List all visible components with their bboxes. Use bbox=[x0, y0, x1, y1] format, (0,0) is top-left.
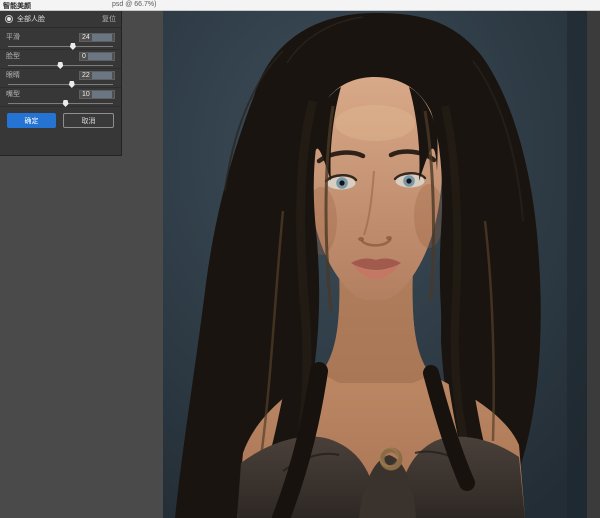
slider-value-field[interactable]: 22 bbox=[79, 71, 115, 80]
canvas-right-gutter bbox=[587, 11, 600, 518]
slider-track[interactable] bbox=[6, 42, 115, 50]
cancel-button[interactable]: 取消 bbox=[63, 113, 114, 128]
dialog-buttons: 确定 取消 bbox=[0, 107, 121, 128]
slider-thumb[interactable] bbox=[57, 62, 63, 69]
slider-value: 10 bbox=[82, 91, 90, 98]
slider-label: 嘴型 bbox=[6, 89, 20, 99]
slider-value-field[interactable]: 10 bbox=[79, 90, 115, 99]
slider-row-smooth: 平滑 24 bbox=[0, 31, 121, 50]
reset-button[interactable]: 复位 bbox=[102, 14, 116, 24]
slider-track[interactable] bbox=[6, 80, 115, 88]
value-selection-highlight bbox=[92, 91, 112, 98]
value-selection-highlight bbox=[88, 53, 112, 60]
slider-value-field[interactable]: 24 bbox=[79, 33, 115, 42]
slider-label: 平滑 bbox=[6, 32, 20, 42]
slider-row-face-shape: 脸型 0 bbox=[0, 50, 121, 69]
value-selection-highlight bbox=[92, 34, 112, 41]
slider-track-line bbox=[8, 46, 113, 47]
slider-value: 22 bbox=[82, 72, 90, 79]
portrait-photo bbox=[163, 11, 587, 518]
dialog-title: 智能美颜 bbox=[3, 1, 31, 11]
slider-thumb[interactable] bbox=[69, 81, 75, 88]
slider-track-line bbox=[8, 84, 113, 85]
slider-value: 0 bbox=[82, 53, 86, 60]
slider-value-field[interactable]: 0 bbox=[79, 52, 115, 61]
slider-label: 眼睛 bbox=[6, 70, 20, 80]
value-selection-highlight bbox=[92, 72, 112, 79]
slider-row-eyes: 眼睛 22 bbox=[0, 69, 121, 88]
document-tab[interactable]: psd @ 66.7%) bbox=[112, 1, 156, 8]
ok-button[interactable]: 确定 bbox=[7, 113, 56, 128]
titlebar: 智能美颜 psd @ 66.7%) bbox=[0, 0, 600, 11]
face-retouch-dialog: 全部人脸 复位 平滑 24 脸型 0 眼睛 bbox=[0, 11, 122, 156]
slider-list: 平滑 24 脸型 0 眼睛 22 bbox=[0, 28, 121, 107]
slider-row-mouth: 嘴型 10 bbox=[0, 88, 121, 107]
all-faces-label: 全部人脸 bbox=[17, 14, 45, 24]
slider-thumb[interactable] bbox=[70, 43, 76, 50]
slider-thumb[interactable] bbox=[63, 100, 69, 107]
slider-value: 24 bbox=[82, 34, 90, 41]
all-faces-radio[interactable] bbox=[5, 15, 13, 23]
slider-track-line bbox=[8, 103, 113, 104]
slider-track[interactable] bbox=[6, 99, 115, 107]
radio-selected-dot bbox=[7, 17, 11, 21]
slider-track[interactable] bbox=[6, 61, 115, 69]
slider-label: 脸型 bbox=[6, 51, 20, 61]
face-selector-row: 全部人脸 复位 bbox=[0, 11, 121, 28]
portrait-illustration bbox=[163, 11, 587, 518]
